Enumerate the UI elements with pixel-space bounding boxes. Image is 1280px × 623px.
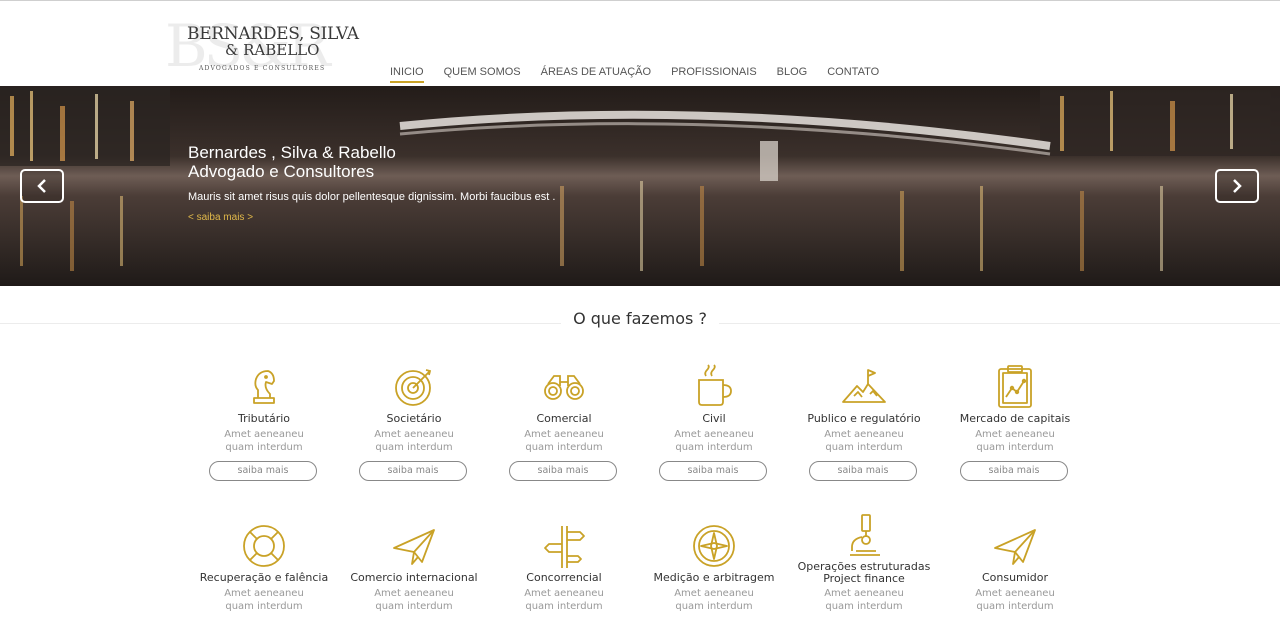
service-description: Amet aeneaneu quam interdum (975, 588, 1055, 612)
hero-subtitle: Mauris sit amet risus quis dolor pellent… (188, 191, 556, 203)
service-description: Amet aeneaneu quam interdum (524, 429, 604, 453)
hero-read-more-link[interactable]: < saiba mais > (188, 212, 253, 223)
service-description: Amet aeneaneu quam interdum (224, 588, 304, 612)
signpost-icon (544, 526, 585, 568)
service-read-more-button[interactable]: saiba mais (960, 461, 1068, 481)
service-description: Amet aeneaneu quam interdum (824, 429, 904, 453)
service-name: Mercado de capitais (959, 412, 1071, 425)
logo-tagline: ADVOGADOS E CONSULTORES (199, 65, 326, 72)
coffee-mug-icon (698, 364, 732, 406)
service-read-more-button[interactable]: saiba mais (809, 461, 917, 481)
service-name: Tributário (238, 412, 290, 425)
nav-item-contato[interactable]: CONTATO (827, 65, 879, 83)
service-card-mercado-de-capitais: Mercado de capitais Amet aeneaneu quam i… (945, 362, 1085, 487)
service-name: Recuperação e falência (199, 571, 329, 584)
paper-plane-icon (393, 529, 435, 565)
service-card-tributario: Tributário Amet aeneaneu quam interdum s… (194, 362, 334, 487)
chess-knight-icon (253, 370, 275, 404)
slider-next-button[interactable] (1215, 169, 1259, 203)
lifebuoy-icon (243, 525, 285, 567)
service-card-operacoes-estruturadas: Operações estruturadas Project finance A… (794, 512, 934, 623)
hero-title-line-2: Advogado e Consultores (188, 162, 375, 181)
paper-plane-icon (994, 529, 1036, 565)
microscope-icon (850, 514, 880, 556)
service-name: Consumidor (981, 571, 1049, 584)
service-card-comercio-internacional: Comercio internacional Amet aeneaneu qua… (344, 521, 484, 623)
service-card-concorrencial: Concorrencial Amet aeneaneu quam interdu… (494, 521, 634, 623)
hero-slider: Bernardes , Silva & Rabello Advogado e C… (0, 86, 1280, 286)
chevron-right-icon (1233, 179, 1242, 193)
service-read-more-button[interactable]: saiba mais (209, 461, 317, 481)
service-description: Amet aeneaneu quam interdum (374, 429, 454, 453)
nav-item-blog[interactable]: BLOG (777, 65, 808, 83)
service-card-consumidor: Consumidor Amet aeneaneu quam interdum (945, 521, 1085, 623)
service-name: Comercio internacional (350, 571, 478, 584)
hero-background-image (0, 86, 1280, 286)
service-name: Comercial (536, 412, 592, 425)
service-name: Publico e regulatório (807, 412, 921, 425)
service-name: Concorrencial (526, 571, 602, 584)
service-description: Amet aeneaneu quam interdum (374, 588, 454, 612)
site-header: BS&R BERNARDES, SILVA & RABELLO ADVOGADO… (0, 1, 1280, 86)
service-description: Amet aeneaneu quam interdum (674, 429, 754, 453)
service-card-medicao-e-arbitragem: Medição e arbitragem Amet aeneaneu quam … (644, 521, 784, 623)
nav-item-inicio[interactable]: INICIO (390, 65, 424, 83)
slider-prev-button[interactable] (20, 169, 64, 203)
service-read-more-button[interactable]: saiba mais (509, 461, 617, 481)
service-name: Civil (702, 412, 726, 425)
section-title: O que fazemos ? (561, 309, 719, 328)
service-name-line: Project finance (823, 572, 905, 585)
service-card-societario: Societário Amet aeneaneu quam interdum s… (344, 362, 484, 487)
chevron-left-icon (37, 179, 46, 193)
main-nav: INICIO QUEM SOMOS ÁREAS DE ATUAÇÃO PROFI… (390, 65, 899, 83)
hero-title: Bernardes , Silva & Rabello Advogado e C… (188, 143, 396, 181)
mountain-flag-icon (842, 369, 886, 403)
nav-item-quem-somos[interactable]: QUEM SOMOS (444, 65, 521, 83)
hero-title-line-1: Bernardes , Silva & Rabello (188, 143, 396, 162)
clipboard-chart-icon (998, 365, 1032, 408)
service-card-civil: Civil Amet aeneaneu quam interdum saiba … (644, 362, 784, 487)
service-name: Medição e arbitragem (653, 571, 775, 584)
logo[interactable]: BS&R BERNARDES, SILVA & RABELLO ADVOGADO… (165, 15, 359, 85)
binoculars-icon (544, 375, 584, 400)
logo-line-2: & RABELLO (225, 41, 320, 59)
service-description: Amet aeneaneu quam interdum (824, 588, 904, 612)
service-card-recuperacao-e-falencia: Recuperação e falência Amet aeneaneu qua… (194, 521, 334, 623)
service-description: Amet aeneaneu quam interdum (975, 429, 1055, 453)
service-card-publico-e-regulatorio: Publico e regulatório Amet aeneaneu quam… (794, 362, 934, 487)
service-name: Societário (386, 412, 442, 425)
service-read-more-button[interactable]: saiba mais (359, 461, 467, 481)
service-read-more-button[interactable]: saiba mais (659, 461, 767, 481)
nav-item-profissionais[interactable]: PROFISSIONAIS (671, 65, 757, 83)
service-description: Amet aeneaneu quam interdum (674, 588, 754, 612)
service-description: Amet aeneaneu quam interdum (224, 429, 304, 453)
compass-icon (693, 525, 735, 567)
section-heading: O que fazemos ? (0, 309, 1280, 328)
service-card-comercial: Comercial Amet aeneaneu quam interdum sa… (494, 362, 634, 487)
service-description: Amet aeneaneu quam interdum (524, 588, 604, 612)
nav-item-areas-de-atuacao[interactable]: ÁREAS DE ATUAÇÃO (541, 65, 651, 83)
target-icon (395, 369, 432, 406)
service-name: Operações estruturadas Project finance (794, 561, 934, 585)
